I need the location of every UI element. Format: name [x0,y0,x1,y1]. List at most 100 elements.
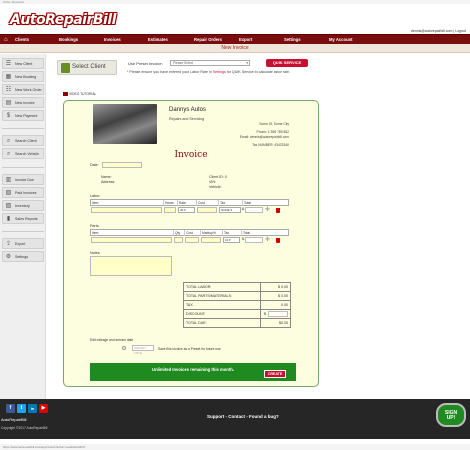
labor-cost-input[interactable] [197,207,217,213]
sidebar-item-search-client[interactable]: ⌕ Search Client [2,135,44,146]
preset-select[interactable]: Please Select ▾ [170,60,250,66]
total-labor-value: $ 0.00 [278,285,288,289]
parts-col-tax: Tax [223,230,242,236]
copyright: Copyright ©2017 AutoRepairBill [1,426,48,430]
sidebar-item-new-invoice[interactable]: ▤ New Invoice [2,97,44,108]
quik-service-button[interactable]: QUIK SERVICE [266,59,308,67]
parts-col-total: Total [243,231,250,235]
preset-title-input[interactable]: PRESET TITLE [132,345,154,355]
logo[interactable]: AutoRepairBill [10,12,116,28]
divider [2,231,44,232]
labor-total-currency: $ [242,207,244,211]
facebook-icon[interactable]: f [6,404,15,413]
settings-link[interactable]: Settings [213,70,226,74]
date-label: Date: [90,163,99,167]
sidebar-item-new-client[interactable]: ☰ New Client [2,58,44,69]
total-parts-value: $ 0.00 [278,294,288,298]
sidebar-item-new-booking[interactable]: ▦ New Booking [2,71,44,82]
business-tax-number: Tax NUMBER: 43423340 [252,143,289,147]
business-name: Dannys Autos [169,107,207,113]
linkedin-icon[interactable]: in [28,404,37,413]
labor-rate-select[interactable]: 40 ▾ [178,207,195,213]
edit-mileage-link[interactable]: Edit mileage and service date [90,338,133,342]
labor-col-rate: Rate [178,200,197,206]
video-tutorial-label: VIDEO TUTORIAL [69,92,97,96]
paid-icon: ▧ [5,190,12,196]
total-due-label: TOTAL DUE: [186,321,207,325]
delete-part-icon[interactable] [276,238,280,243]
sidebar-item-label: New Invoice [15,101,35,105]
labor-rate-value: 40 [180,208,184,212]
parts-qty-input[interactable] [174,237,183,243]
parts-tax-select[interactable]: 10 ▾ [223,237,240,243]
sidebar: ☰ New Client ▦ New Booking ☷ New Work Order… [0,54,46,399]
twitter-icon[interactable]: t [17,404,26,413]
sidebar-item-inventory[interactable]: ▨ Inventory [2,200,44,211]
discount-input[interactable] [268,311,288,317]
video-tutorial-link[interactable]: VIDEO TUTORIAL [63,92,97,97]
due-icon: ▥ [5,177,12,183]
labor-item-input[interactable] [91,207,162,213]
vehicle-label: Vehicle: [209,185,222,189]
parts-section-label: Parts: [90,224,100,228]
tax-value: 0.00 [281,303,288,307]
discount-label: DISCOUNT: [186,312,206,316]
name-label: Name: [101,175,112,179]
sidebar-item-label: New Client [15,62,33,66]
chevron-down-icon: ▾ [246,61,248,65]
sidebar-item-label: New Payment [15,114,38,118]
delete-labor-icon[interactable] [276,208,280,213]
parts-cost-input[interactable] [185,237,199,243]
parts-markup-input[interactable] [201,237,221,243]
notes-textarea[interactable] [90,256,172,276]
total-labor-row: TOTAL LABOR: $ 0.00 [184,283,290,292]
business-subtitle: Repairs and Servicing [169,117,205,121]
parts-col-cost: Cost [185,230,201,236]
main-nav: ⌂ Clients Bookings Invoices Estimates Re… [0,34,470,44]
header: AutoRepairBill [0,4,470,34]
youtube-icon[interactable]: ▶ [39,404,48,413]
total-parts-label: TOTAL PARTS/MATERIALS: [186,294,232,298]
sidebar-item-label: Export [15,242,26,246]
preset-checkbox[interactable] [122,346,126,350]
parts-item-input[interactable] [91,237,172,243]
total-due-value: $0.00 [279,321,288,325]
select-client-button[interactable]: Select Client [57,60,117,75]
sidebar-item-invoice-due[interactable]: ▥ Invoice Due [2,174,44,185]
sidebar-item-new-work-order[interactable]: ☷ New Work Order [2,84,44,95]
signup-button[interactable]: SIGN UP! [436,403,466,427]
sidebar-item-export[interactable]: ⇪ Export [2,238,44,249]
parts-col-qty: Qty [174,230,185,236]
footer [0,399,470,439]
sidebar-item-sales-reports[interactable]: ▮ Sales Reports [2,213,44,224]
select-client-label: Select Client [72,64,106,70]
total-labor-label: TOTAL LABOR: [186,285,212,289]
total-parts-row: TOTAL PARTS/MATERIALS: $ 0.00 [184,292,290,301]
add-labor-icon[interactable]: ✚ [265,207,270,213]
new-client-icon: ☰ [5,61,12,67]
date-input[interactable] [102,162,142,168]
labor-section-label: Labor: [90,194,101,198]
discount-currency: $ [264,312,266,316]
labor-col-item: Item [91,200,164,206]
logout-link[interactable]: Logout [455,29,466,33]
parts-col-markup: Markup% [201,230,223,236]
export-icon: ⇪ [5,241,12,247]
footer-links[interactable]: Support - Contact - Found a bug? [207,414,279,419]
work-order-icon: ☷ [5,87,12,93]
sidebar-item-label: New Booking [15,75,37,79]
parts-col-item: Item [91,230,174,236]
sidebar-item-label: Inventory [15,204,30,208]
sidebar-item-settings[interactable]: ⚙ Settings [2,251,44,262]
footer-brand: AutoRepairBill [1,417,27,422]
business-email: Email: dennis@autorepairbill.com [239,135,289,139]
sidebar-item-search-vehicle[interactable]: ⌕ Search Vehicle [2,148,44,159]
labor-tax-select[interactable]: NONE ▾ [219,207,241,213]
divider [2,128,44,129]
add-part-icon[interactable]: ✚ [265,237,270,243]
labor-hours-input[interactable] [164,207,176,213]
page-title: New Invoice [0,44,470,53]
sidebar-item-paid-invoices[interactable]: ▧ Paid Invoices [2,187,44,198]
create-button[interactable]: CREATE [264,370,286,378]
sidebar-item-new-payment[interactable]: $ New Payment [2,110,44,121]
